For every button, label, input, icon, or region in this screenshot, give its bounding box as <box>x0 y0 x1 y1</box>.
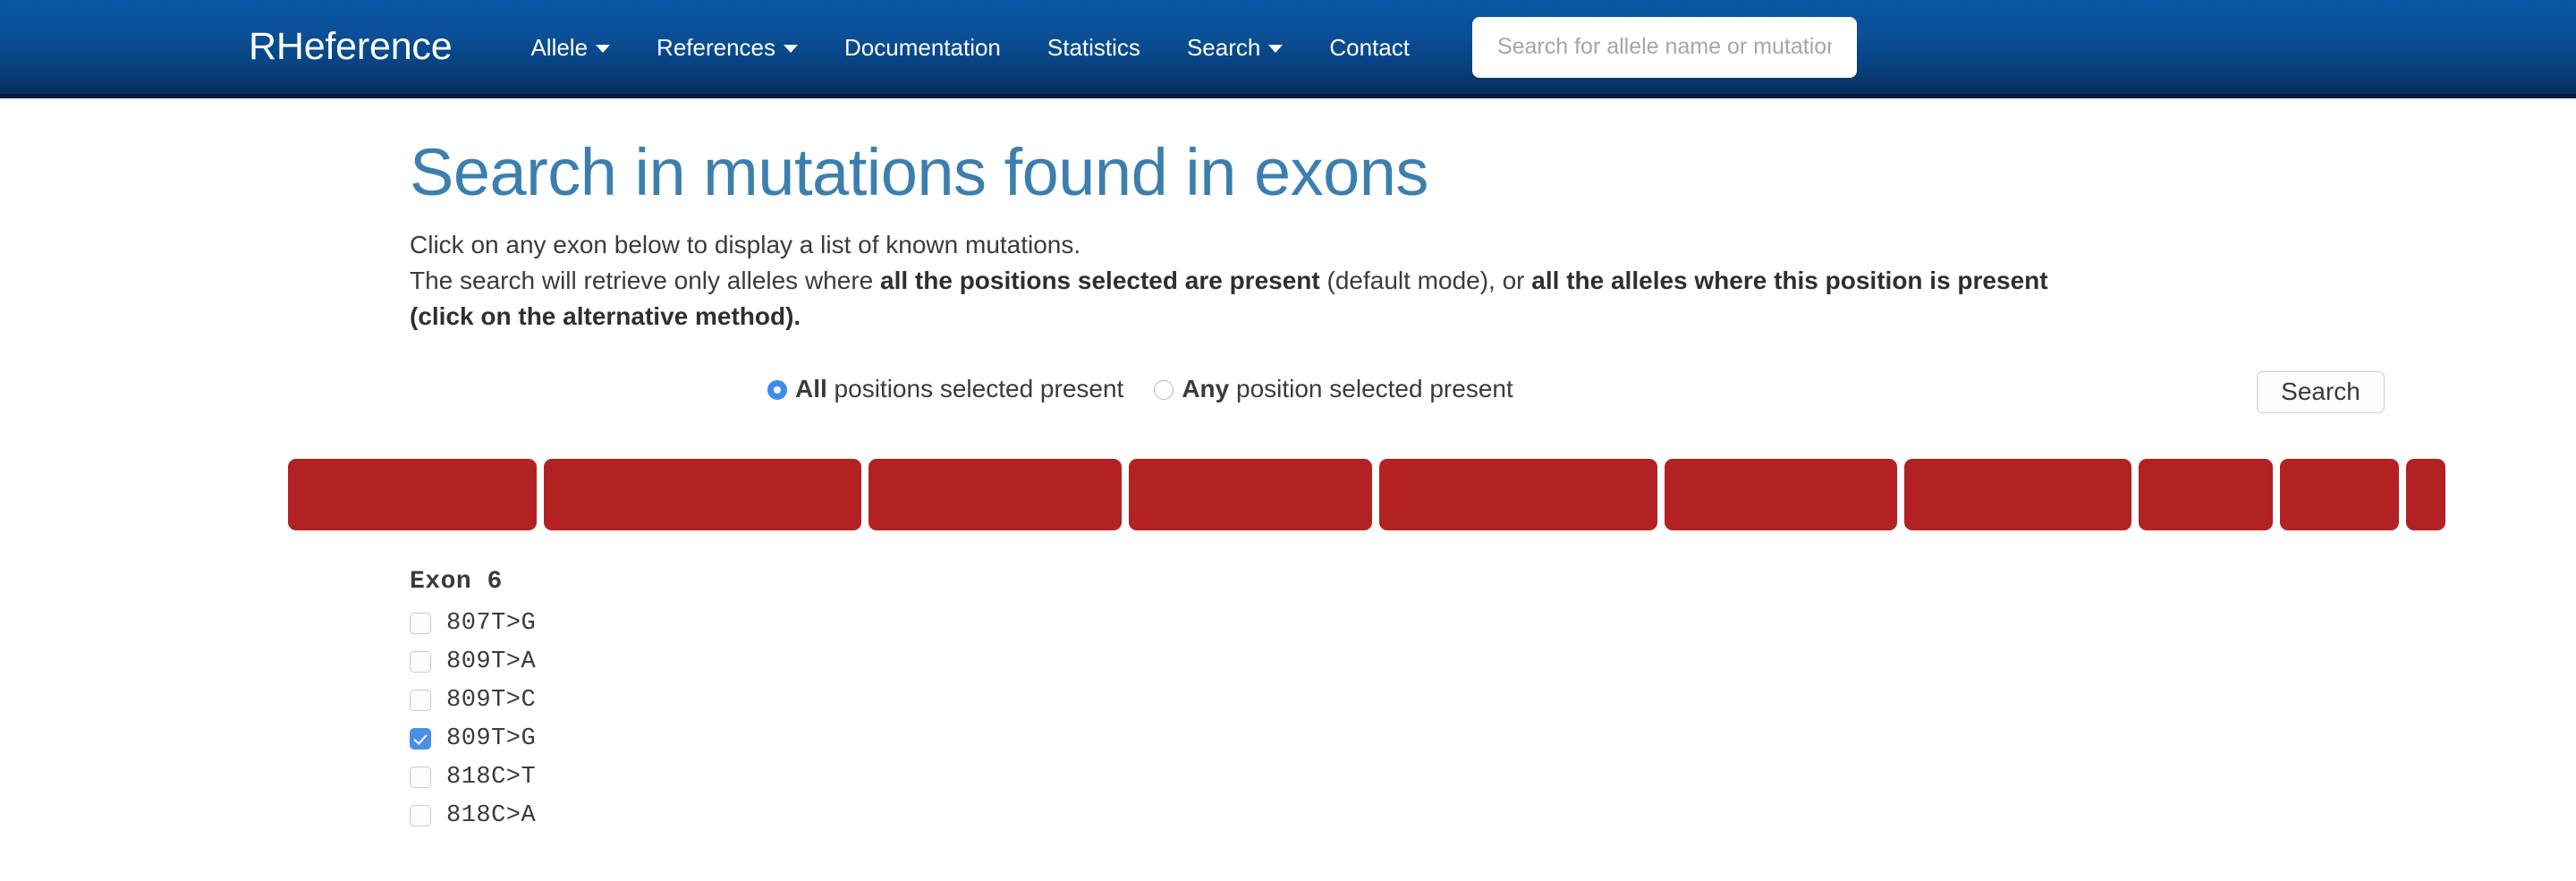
mutation-label: 809T>G <box>446 724 537 752</box>
nav-item-statistics[interactable]: Statistics <box>1024 36 1164 59</box>
exon-bar[interactable] <box>1379 458 1657 530</box>
intro-text: Click on any exon below to display a lis… <box>410 227 2109 335</box>
mutation-label: 809T>A <box>446 648 537 675</box>
mutation-row[interactable]: 818C>T <box>410 758 2576 797</box>
radio-any-input[interactable] <box>1154 380 1174 401</box>
mutation-checkbox[interactable] <box>410 613 431 635</box>
radio-all-rest: positions selected present <box>826 374 1124 402</box>
nav-item-label: Search <box>1186 33 1261 61</box>
page-content: Search in mutations found in exons Click… <box>0 98 2576 835</box>
mutation-checkbox[interactable] <box>410 690 431 712</box>
nav-item-references[interactable]: References <box>633 36 821 59</box>
mutation-label: 818C>T <box>446 763 537 791</box>
exon-bar[interactable] <box>1129 458 1372 530</box>
search-mode-options: All positions selected present Any posit… <box>767 375 1513 403</box>
exon-bar[interactable] <box>869 458 1122 530</box>
exon-heading: Exon 6 <box>410 567 503 596</box>
mutation-row[interactable]: 809T>G <box>410 720 2576 758</box>
nav-item-label: Documentation <box>844 33 1001 61</box>
intro-line-2-mid: (default mode), or <box>1319 267 1532 294</box>
chevron-down-icon <box>1268 44 1284 53</box>
chevron-down-icon <box>596 44 611 53</box>
mutation-checkbox[interactable] <box>410 728 431 750</box>
radio-option-all[interactable]: All positions selected present <box>767 375 1123 403</box>
nav-item-label: Allele <box>530 33 589 61</box>
mutation-checkbox[interactable] <box>410 805 431 827</box>
page-title: Search in mutations found in exons <box>410 135 1428 209</box>
top-navbar: RHeference Allele References Documentati… <box>0 0 2576 98</box>
mutation-row[interactable]: 809T>C <box>410 682 2576 720</box>
intro-line-2-prefix: The search will retrieve only alleles wh… <box>410 267 880 294</box>
mutation-label: 807T>G <box>446 609 537 637</box>
mutation-list: 807T>G 809T>A 809T>C 809T>G 818C>T 818C>A <box>410 605 2576 835</box>
radio-all-strong: All <box>795 374 827 402</box>
exon-bar[interactable] <box>1904 458 2131 530</box>
nav-menu: Allele References Documentation Statisti… <box>507 36 1432 59</box>
nav-item-contact[interactable]: Contact <box>1306 36 1433 59</box>
exon-bar[interactable] <box>2280 458 2399 530</box>
exon-bar[interactable] <box>544 458 861 530</box>
nav-item-documentation[interactable]: Documentation <box>821 36 1024 59</box>
radio-any-rest: position selected present <box>1229 374 1513 402</box>
radio-any-strong: Any <box>1182 374 1230 402</box>
mutation-row[interactable]: 818C>A <box>410 797 2576 835</box>
exon-bar[interactable] <box>2406 458 2445 530</box>
mutation-checkbox[interactable] <box>410 651 431 673</box>
mutation-row[interactable]: 807T>G <box>410 605 2576 643</box>
exon-bar[interactable] <box>1665 458 1897 530</box>
mutation-label: 809T>C <box>446 686 537 714</box>
exon-bar[interactable] <box>288 458 537 530</box>
chevron-down-icon <box>784 44 799 53</box>
mutation-row[interactable]: 809T>A <box>410 643 2576 682</box>
search-input[interactable] <box>1471 16 1857 78</box>
nav-item-allele[interactable]: Allele <box>507 36 633 59</box>
search-mode-row: All positions selected present Any posit… <box>410 370 2576 425</box>
exon-bar[interactable] <box>2139 458 2273 530</box>
navbar-search-container <box>1471 16 1857 78</box>
intro-strong-all-positions: all the positions selected are present <box>880 267 1320 294</box>
intro-line-1: Click on any exon below to display a lis… <box>410 230 1081 258</box>
selected-exon-panel: Exon 6 807T>G 809T>A 809T>C 809T>G 818C>T 818… <box>410 568 2576 835</box>
exon-bar-strip <box>288 458 2445 530</box>
nav-item-label: References <box>657 33 776 61</box>
search-button[interactable]: Search <box>2257 370 2385 413</box>
radio-all-input[interactable] <box>767 380 787 401</box>
mutation-checkbox[interactable] <box>410 767 431 789</box>
brand-logo[interactable]: RHeference <box>249 28 453 66</box>
nav-item-label: Statistics <box>1046 33 1140 61</box>
nav-item-label: Contact <box>1329 33 1410 61</box>
mutation-label: 818C>A <box>446 801 537 829</box>
radio-option-any[interactable]: Any position selected present <box>1154 375 1513 403</box>
nav-item-search[interactable]: Search <box>1164 36 1306 59</box>
